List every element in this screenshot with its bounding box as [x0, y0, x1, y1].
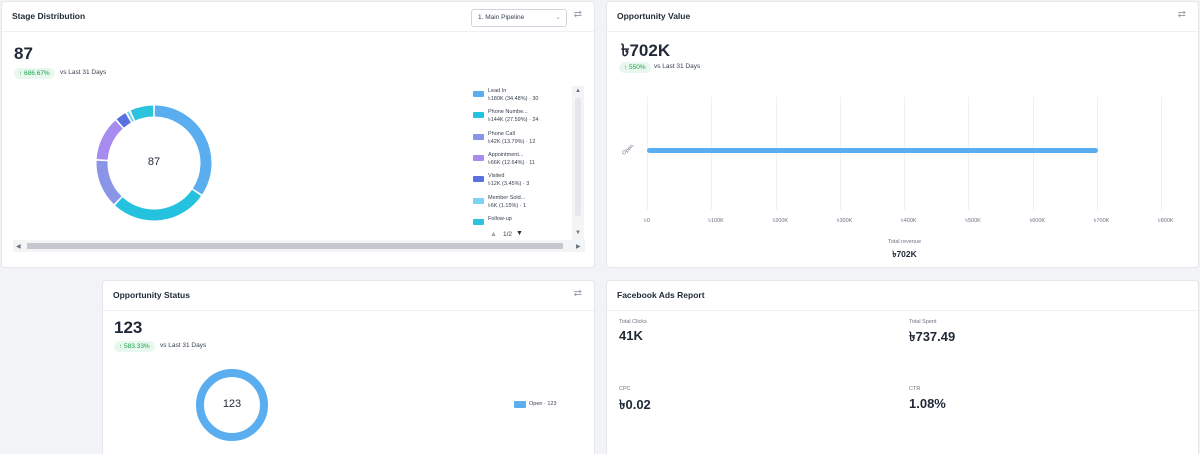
ctr-value: 1.08%	[909, 396, 946, 411]
legend-value: ৳6K (1.15%) · 1	[488, 202, 527, 209]
cpc-value: ৳0.02	[619, 397, 651, 412]
legend-label: Open · 123	[529, 401, 557, 407]
x-tick-label: ৳100K	[708, 218, 724, 224]
x-tick-label: ৳400K	[901, 218, 917, 224]
donut-slice[interactable]	[96, 160, 122, 205]
comparison-label: vs Last 31 Days	[160, 342, 207, 349]
grid-line	[1096, 97, 1098, 210]
total-spent-label: Total Spent	[909, 319, 937, 325]
legend-swatch	[473, 197, 484, 204]
legend-value: ৳144K (27.59%) · 24	[488, 117, 539, 124]
donut-slice[interactable]	[96, 120, 123, 161]
grid-line	[904, 97, 905, 210]
scroll-up-icon[interactable]: ▲	[575, 88, 581, 94]
legend-pager: 1/2	[503, 231, 513, 238]
legend-name: Follow-up	[488, 215, 512, 222]
chevron-down-icon: ⌄	[555, 14, 561, 21]
legend-value: ৳12K (3.45%) · 3	[488, 181, 530, 188]
swap-icon[interactable]: ⇄	[574, 289, 582, 299]
legend-value: ৳66K (12.64%) · 11	[488, 159, 535, 166]
total-clicks-value: 41K	[619, 328, 643, 343]
stage-donut-center: 87	[147, 156, 161, 168]
legend-swatch	[473, 112, 484, 119]
legend-value: ৳42K (13.79%) · 12	[488, 138, 536, 145]
opportunity-value-card: Opportunity Value ⇄ ৳702K ↑ 550% vs Last…	[606, 1, 1199, 268]
footer-label: Total revenue	[887, 239, 922, 245]
opportunity-status-card: Opportunity Status ⇄ 123 ↑ 583.33% vs La…	[102, 280, 595, 454]
legend-name: Lead In	[488, 88, 507, 94]
swap-icon[interactable]: ⇄	[574, 10, 582, 20]
opportunity-status-header: Opportunity Status	[103, 281, 594, 311]
change-badge: ↑ 583.33%	[114, 341, 155, 352]
pipeline-select-value: 1. Main Pipeline	[478, 14, 525, 21]
legend-name: Member Sold...	[488, 194, 526, 201]
facebook-ads-card: Facebook Ads Report Total Clicks 41K Tot…	[606, 280, 1199, 454]
legend-swatch	[473, 133, 484, 140]
opportunity-status-total: 123	[114, 318, 143, 337]
grid-line	[1032, 97, 1034, 210]
grid-line	[775, 97, 777, 210]
change-badge: ↑ 686.67%	[14, 68, 55, 79]
x-tick-label: ৳700K	[1093, 218, 1110, 224]
bar[interactable]	[647, 148, 1099, 153]
grid-line	[839, 97, 841, 210]
x-tick-label: ৳200K	[772, 218, 789, 224]
grid-line	[711, 97, 713, 210]
cpc-label: CPC	[619, 386, 631, 392]
pipeline-select[interactable]: 1. Main Pipeline ⌄	[471, 9, 567, 27]
legend-swatch	[473, 154, 484, 161]
y-category-label: Open	[621, 143, 636, 157]
grid-line	[647, 97, 648, 210]
scroll-left-icon[interactable]: ◀	[16, 243, 21, 250]
horizontal-scrollbar[interactable]: ◀ ▶	[13, 240, 585, 252]
legend-swatch	[473, 176, 484, 183]
grid-line	[1161, 97, 1162, 210]
legend-name: Appointment...	[488, 151, 524, 158]
donut-slice[interactable]	[126, 111, 134, 122]
scroll-right-icon[interactable]: ▶	[576, 243, 581, 250]
legend-scroll-thumb[interactable]	[575, 98, 581, 216]
stage-distribution-card: Stage Distribution 1. Main Pipeline ⌄ ⇄ …	[1, 1, 595, 268]
card-title: Facebook Ads Report	[617, 290, 705, 300]
grid-line	[968, 97, 970, 210]
page-next-icon[interactable]: ▼	[516, 230, 523, 237]
x-tick-label: ৳600K	[1029, 218, 1046, 224]
legend-swatch	[514, 401, 526, 408]
legend-swatch	[473, 91, 484, 97]
scroll-down-icon[interactable]: ▼	[575, 230, 581, 236]
x-tick-label: ৳0	[644, 218, 650, 224]
opportunity-bar-chart: ৳0 ৳100K ৳200K ৳300K ৳400K ৳500K ৳600K ৳700K ৳80…	[607, 2, 1200, 269]
total-spent-value: ৳737.49	[909, 329, 956, 344]
horizontal-scroll-thumb[interactable]	[27, 243, 563, 249]
legend-swatch	[473, 218, 484, 225]
legend-value: ৳180K (34.48%) · 30	[488, 96, 539, 102]
comparison-label: vs Last 31 Days	[60, 69, 107, 76]
ctr-label: CTR	[909, 386, 921, 392]
x-tick-label: ৳800K	[1158, 218, 1174, 224]
status-donut-center: 123	[222, 398, 242, 410]
donut-slice[interactable]	[130, 105, 154, 121]
total-clicks-label: Total Clicks	[619, 319, 647, 325]
card-title: Stage Distribution	[12, 11, 86, 21]
legend-name: Visited	[488, 173, 505, 180]
donut-slice[interactable]	[116, 113, 131, 128]
card-title: Opportunity Status	[113, 290, 190, 300]
donut-slice[interactable]	[154, 105, 212, 195]
legend-scrollbar[interactable]: ▲ ▼	[572, 86, 584, 240]
stage-total: 87	[14, 44, 33, 63]
x-tick-label: ৳300K	[836, 218, 853, 224]
x-tick-label: ৳500K	[965, 218, 981, 224]
footer-value: ৳702K	[892, 249, 917, 259]
legend-name: Phone Call	[488, 130, 515, 137]
donut-slice[interactable]	[115, 189, 202, 221]
legend-name: Phone Numbe...	[488, 109, 528, 116]
facebook-ads-header: Facebook Ads Report	[607, 281, 1198, 311]
page-prev-icon[interactable]: ▲	[490, 231, 497, 238]
